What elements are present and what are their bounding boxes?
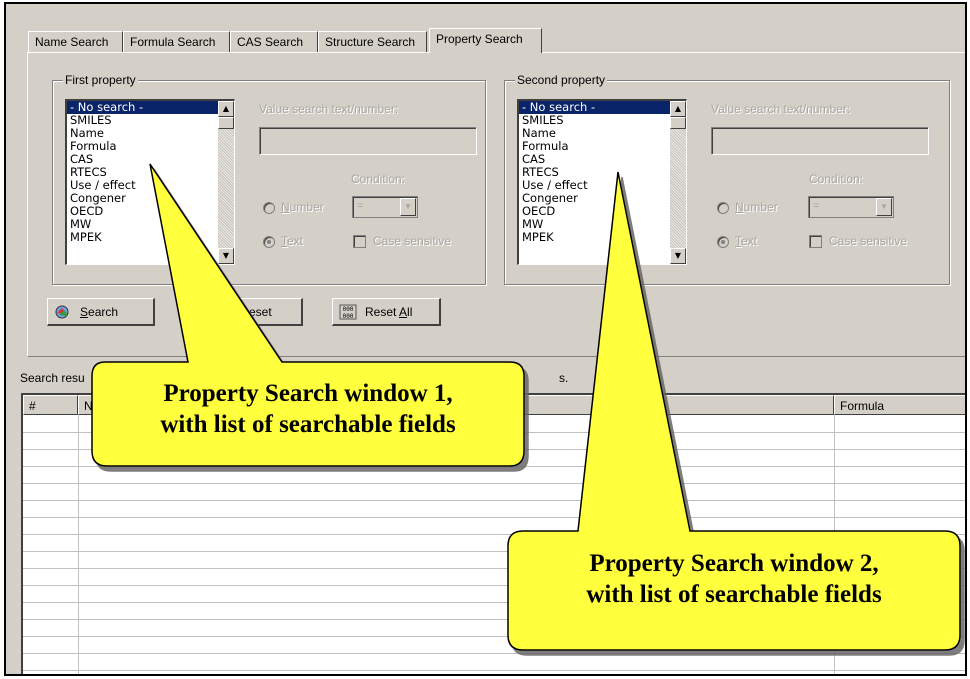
tab-property-search[interactable]: Property Search: [429, 28, 542, 53]
callout-2-text: Property Search window 2, with list of s…: [586, 550, 882, 608]
callout-1-text: Property Search window 1, with list of s…: [160, 380, 456, 438]
